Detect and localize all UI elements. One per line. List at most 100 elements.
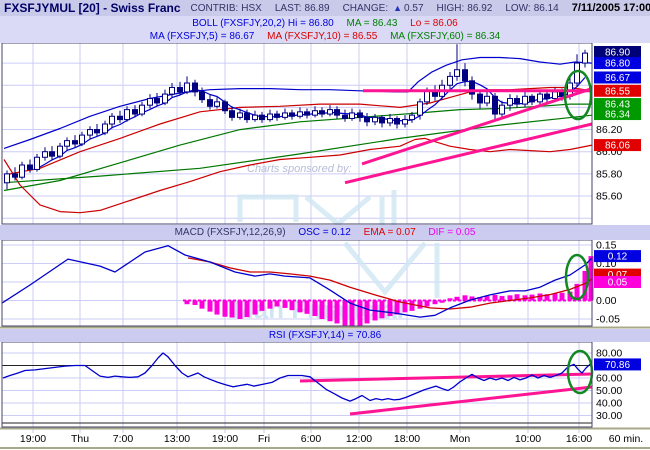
datetime-label: 7/11/2005 17:00 — [571, 2, 650, 14]
candle — [544, 93, 550, 100]
macd-bar — [229, 300, 235, 318]
candle — [154, 98, 160, 104]
candle — [64, 140, 70, 147]
macd-bar — [297, 300, 303, 313]
svg-text:18:00: 18:00 — [394, 433, 420, 445]
svg-text:6:00: 6:00 — [301, 433, 322, 445]
svg-text:13:00: 13:00 — [164, 433, 190, 445]
macd-ema-legend: EMA = 0.07 — [363, 227, 416, 238]
candle — [424, 90, 430, 103]
candle — [507, 98, 513, 106]
macd-bar — [409, 300, 415, 311]
candle — [124, 109, 130, 121]
macd-bar — [192, 300, 198, 305]
candle — [117, 115, 123, 121]
candle — [312, 110, 318, 116]
svg-text:0.15: 0.15 — [596, 240, 617, 252]
svg-text:-0.05: -0.05 — [596, 314, 620, 326]
candle — [522, 95, 528, 105]
candle — [409, 114, 415, 121]
macd-bar — [364, 300, 370, 324]
candle — [57, 145, 63, 157]
candle — [49, 151, 55, 157]
candle — [417, 101, 423, 116]
svg-text:Thu: Thu — [71, 433, 89, 445]
macd-bar — [199, 300, 205, 309]
svg-text:86.55: 86.55 — [605, 86, 630, 97]
svg-text:0.00: 0.00 — [596, 295, 617, 307]
candle — [72, 140, 78, 145]
stat-low: LOW: 86.14 — [505, 2, 559, 14]
stat-high: HIGH: 86.92 — [436, 2, 493, 14]
svg-text:86.20: 86.20 — [596, 124, 622, 136]
macd-legend: MACD (FXSFJY,12,26,9) OSC = 0.12 EMA = 0… — [0, 225, 650, 240]
candle — [304, 111, 310, 116]
macd-bar — [327, 300, 333, 322]
candle — [334, 109, 340, 116]
candle — [357, 112, 363, 118]
svg-text:Man Financial: Man Financial — [232, 294, 404, 324]
up-arrow-icon: ▲ — [393, 2, 403, 13]
svg-text:16:00: 16:00 — [566, 433, 592, 445]
macd-bar — [417, 300, 423, 309]
main-trend-lines — [344, 87, 593, 185]
svg-text:Fri: Fri — [258, 433, 270, 445]
svg-text:12:00: 12:00 — [346, 433, 372, 445]
candle — [87, 129, 93, 136]
macd-bar — [387, 300, 393, 317]
macd-bar — [259, 300, 265, 311]
candle — [34, 156, 40, 170]
candle — [177, 86, 183, 93]
candle — [477, 93, 483, 104]
macd-bar — [244, 300, 250, 318]
rsi-value-legend: RSI (FXSFJY,14) = 70.86 — [268, 330, 382, 341]
candle — [162, 93, 168, 104]
macd-bar — [559, 292, 565, 301]
macd-bar — [289, 300, 295, 311]
candle — [582, 52, 588, 64]
candle — [364, 116, 370, 123]
candle — [207, 99, 213, 107]
macd-bar — [274, 300, 280, 307]
candle — [132, 109, 138, 115]
bollinger-legend: BOLL (FXSFJY,20,2) Hi = 86.80 MA = 86.43… — [0, 16, 650, 31]
macd-bar — [282, 300, 288, 308]
candle — [139, 104, 145, 115]
macd-bar — [447, 298, 453, 301]
macd-osc-legend: OSC = 0.12 — [298, 227, 351, 238]
candle — [559, 91, 565, 97]
candle — [147, 98, 153, 106]
ma5-legend: MA (FXSFJY,5) = 86.67 — [149, 31, 255, 42]
candle — [349, 112, 355, 119]
macd-bar — [492, 294, 498, 301]
candle — [462, 69, 468, 82]
candle — [289, 112, 295, 117]
candle — [379, 116, 385, 124]
candle — [12, 173, 18, 178]
svg-text:30.00: 30.00 — [596, 410, 622, 422]
ma-legend: MA (FXSFJY,5) = 86.67 MA (FXSFJY,10) = 8… — [0, 31, 650, 43]
macd-bar — [214, 300, 220, 315]
candle — [387, 117, 393, 124]
svg-text:86.34: 86.34 — [605, 110, 630, 121]
instrument-title: FXSFJYMUL [20] - Swiss Franc — [4, 1, 181, 15]
candle — [537, 93, 543, 103]
macd-bar — [252, 300, 258, 315]
macd-bar — [207, 300, 213, 312]
svg-text:50.00: 50.00 — [596, 385, 622, 397]
macd-bar — [588, 256, 594, 301]
candle — [244, 112, 250, 121]
candle — [109, 115, 115, 125]
svg-text:0.05: 0.05 — [608, 278, 628, 289]
svg-text:19:00: 19:00 — [20, 433, 46, 445]
candle — [574, 62, 580, 84]
candle — [499, 104, 505, 115]
candle — [199, 91, 205, 101]
candle — [42, 151, 48, 158]
ma10-legend: MA (FXSFJY,10) = 86.55 — [267, 31, 378, 42]
macd-bar — [439, 300, 445, 303]
candle — [229, 110, 235, 118]
candle — [94, 129, 100, 134]
svg-text:0.12: 0.12 — [608, 252, 628, 263]
candle — [27, 164, 33, 170]
